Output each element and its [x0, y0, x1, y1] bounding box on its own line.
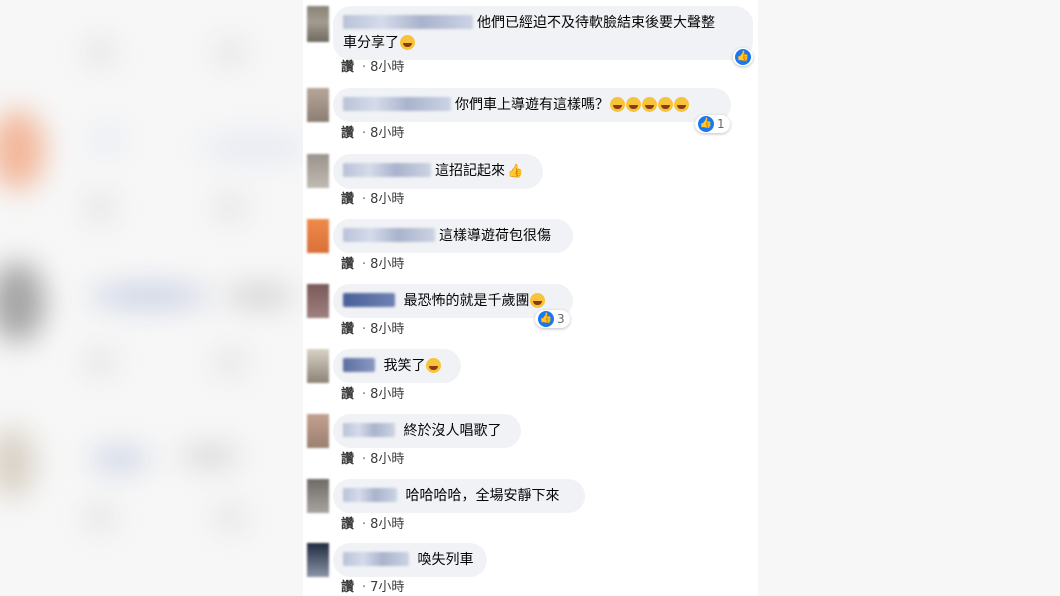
blurred-text — [85, 40, 115, 65]
comment-meta: 讚 · 8小時 — [341, 517, 405, 532]
comment-text: 他們已經迫不及待軟臉結束後要大聲整 — [477, 15, 715, 31]
blurred-text — [225, 285, 295, 307]
avatar[interactable] — [307, 479, 329, 513]
comment-meta: 讚 · 8小時 — [341, 126, 405, 141]
comment-text: 最恐怖的就是千歲團 — [403, 293, 530, 309]
blurred-text — [90, 285, 210, 307]
blurred-text — [215, 350, 245, 375]
avatar[interactable] — [307, 88, 329, 122]
like-button[interactable]: 讚 — [341, 517, 354, 532]
timestamp[interactable]: 8小時 — [370, 322, 404, 337]
like-button[interactable]: 讚 — [341, 192, 354, 207]
comment-bubble: 你們車上導遊有這樣嗎？ — [333, 88, 731, 122]
avatar[interactable] — [307, 543, 329, 577]
timestamp[interactable]: 8小時 — [370, 60, 404, 75]
avatar[interactable] — [307, 219, 329, 253]
rolling-laughing-emoji-icon — [530, 293, 546, 308]
blurred-text — [85, 505, 115, 530]
avatar[interactable] — [307, 6, 329, 42]
like-button[interactable]: 讚 — [341, 580, 354, 595]
comment-meta: 讚 · 7小時 — [341, 580, 405, 595]
comment-text: 你們車上導遊有這樣嗎？ — [455, 97, 609, 113]
laughing-emoji-icon — [400, 35, 415, 50]
commenter-name[interactable] — [343, 358, 375, 372]
laughing-emoji-icon — [626, 97, 641, 112]
laughing-emoji-icon — [426, 358, 442, 373]
blurred-avatar — [0, 262, 45, 342]
comment-bubble: 他們已經迫不及待軟臉結束後要大聲整 車分享了 — [333, 6, 753, 60]
timestamp[interactable]: 8小時 — [370, 452, 404, 467]
avatar[interactable] — [307, 349, 329, 383]
timestamp[interactable]: 8小時 — [370, 257, 404, 272]
laughing-emoji-icon — [658, 97, 673, 112]
comment-text: 喚失列車 — [417, 552, 474, 568]
blurred-text — [95, 130, 120, 150]
thumbs-up-emoji-icon: 👍 — [507, 164, 524, 179]
blurred-text — [215, 195, 245, 220]
comment-text: 這招記起來 — [435, 163, 505, 179]
like-button[interactable]: 讚 — [341, 387, 354, 402]
like-button[interactable]: 讚 — [341, 126, 354, 141]
like-button[interactable]: 讚 — [341, 452, 354, 467]
commenter-name[interactable] — [343, 488, 397, 502]
reaction-count: 1 — [717, 117, 725, 131]
blurred-text — [85, 350, 115, 375]
comment-meta: 讚 · 8小時 — [341, 60, 405, 75]
comment-text: 哈哈哈哈，全場安靜下來 — [405, 488, 560, 504]
commenter-name[interactable] — [343, 228, 435, 242]
commenter-name[interactable] — [343, 552, 409, 566]
blurred-text — [215, 40, 245, 65]
comments-panel: 他們已經迫不及待軟臉結束後要大聲整 車分享了 👍 讚 · 8小時 你們車上導遊有這樣… — [303, 0, 758, 596]
blurred-text — [200, 135, 310, 160]
reaction-badge[interactable]: 👍 1 — [695, 115, 730, 133]
comment-bubble: 我笑了 — [333, 349, 461, 383]
timestamp[interactable]: 7小時 — [370, 580, 404, 595]
avatar[interactable] — [307, 154, 329, 188]
comment-text: 我笑了 — [383, 358, 426, 374]
like-button[interactable]: 讚 — [341, 60, 354, 75]
commenter-name[interactable] — [343, 293, 395, 307]
laughing-emoji-icon — [642, 97, 657, 112]
comment-text: 這樣導遊荷包很傷 — [439, 228, 551, 244]
laughing-emoji-icon — [610, 97, 625, 112]
comment-meta: 讚 · 8小時 — [341, 257, 405, 272]
comment-text: 終於沒人唱歌了 — [403, 423, 502, 439]
avatar[interactable] — [307, 284, 329, 318]
reaction-badge[interactable]: 👍 3 — [535, 310, 570, 328]
commenter-name[interactable] — [343, 423, 395, 437]
blurred-text — [215, 505, 245, 530]
timestamp[interactable]: 8小時 — [370, 126, 404, 141]
comment-bubble: 終於沒人唱歌了 — [333, 414, 521, 448]
comment-bubble: 喚失列車 — [333, 543, 487, 577]
reaction-count: 3 — [557, 312, 565, 326]
blurred-avatar — [0, 110, 45, 190]
laughing-emoji-icon — [674, 97, 689, 112]
like-reaction-icon: 👍 — [735, 49, 751, 65]
comment-text: 車分享了 — [343, 35, 399, 51]
like-reaction-icon: 👍 — [538, 311, 554, 327]
timestamp[interactable]: 8小時 — [370, 387, 404, 402]
timestamp[interactable]: 8小時 — [370, 192, 404, 207]
blurred-avatar — [0, 428, 35, 498]
like-reaction-icon: 👍 — [698, 116, 714, 132]
reaction-badge[interactable]: 👍 — [733, 48, 753, 66]
blurred-text — [180, 445, 240, 467]
like-button[interactable]: 讚 — [341, 322, 354, 337]
comment-meta: 讚 · 8小時 — [341, 387, 405, 402]
comment-meta: 讚 · 8小時 — [341, 192, 405, 207]
blurred-text — [90, 448, 150, 470]
timestamp[interactable]: 8小時 — [370, 517, 404, 532]
comment-bubble: 哈哈哈哈，全場安靜下來 — [333, 479, 585, 513]
commenter-name[interactable] — [343, 97, 451, 111]
commenter-name[interactable] — [343, 163, 431, 177]
comment-meta: 讚 · 8小時 — [341, 452, 405, 467]
comment-meta: 讚 · 8小時 — [341, 322, 405, 337]
commenter-name[interactable] — [343, 15, 473, 29]
blurred-text — [85, 195, 115, 220]
like-button[interactable]: 讚 — [341, 257, 354, 272]
comment-bubble: 這招記起來 👍 — [333, 154, 543, 189]
avatar[interactable] — [307, 414, 329, 448]
comment-bubble: 這樣導遊荷包很傷 — [333, 219, 573, 253]
